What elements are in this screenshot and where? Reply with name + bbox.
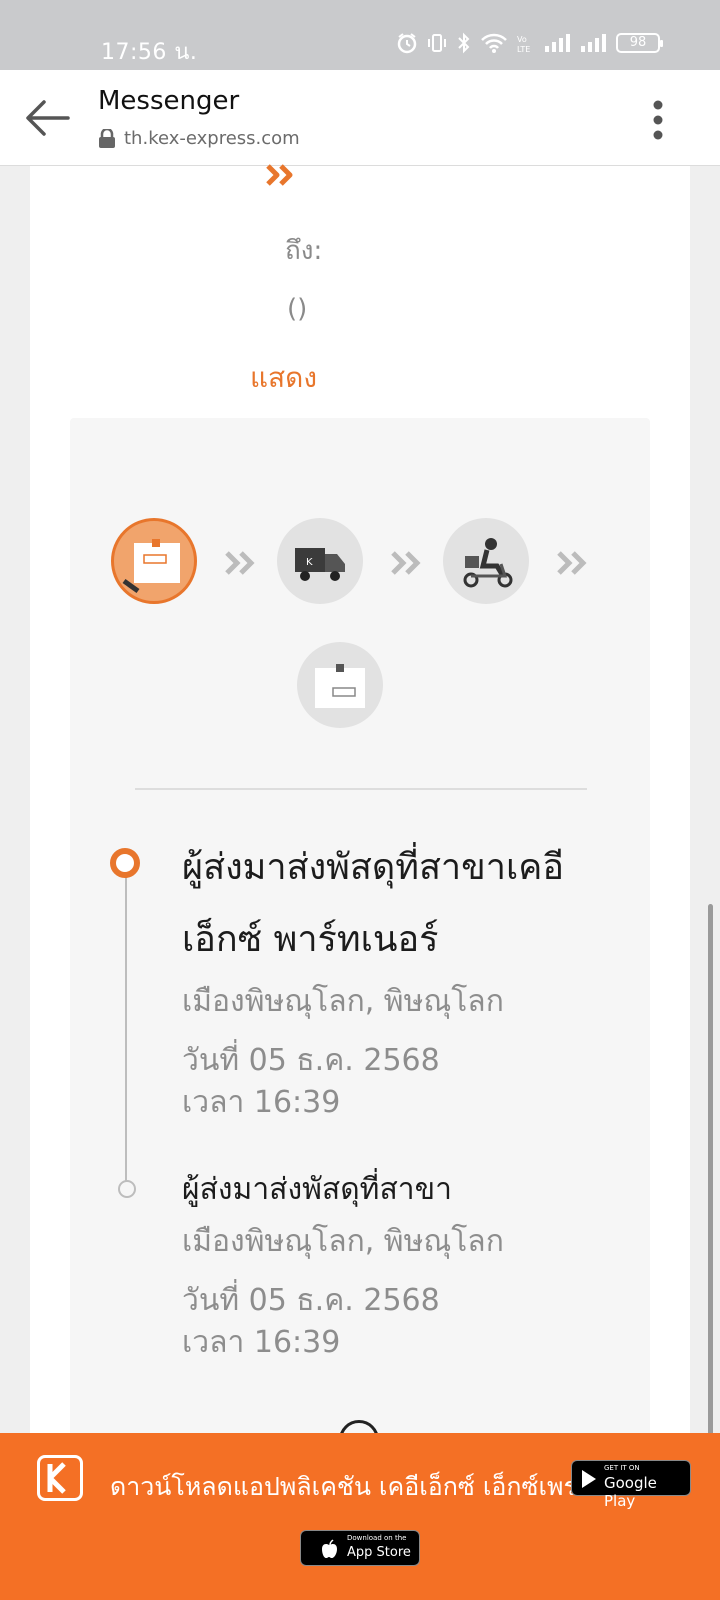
page-title: Messenger (98, 86, 240, 116)
volte-icon: VoLTE (517, 35, 530, 54)
url-text: th.kex-express.com (124, 128, 300, 149)
lock-icon (99, 128, 115, 148)
signal-icon (581, 34, 606, 52)
google-play-icon (582, 1470, 596, 1488)
event-title-continued: เอ็กซ์ พาร์ทเนอร์ (182, 919, 439, 960)
svg-text:LTE: LTE (517, 45, 530, 54)
status-bar: 17:56 น. Vo LTE 98 (0, 0, 720, 70)
more-vert-icon (653, 100, 663, 140)
more-options-button[interactable] (650, 100, 666, 140)
back-arrow-icon (26, 100, 70, 136)
step-scooter-icon (443, 518, 529, 604)
destination-label: ถึง: (285, 236, 323, 266)
show-details-link[interactable]: แสดง (250, 356, 317, 400)
svg-text:K: K (306, 557, 313, 568)
event-location: เมืองพิษณุโลก, พิษณุโลก (182, 1224, 504, 1259)
event-time: เวลา 16:39 (182, 1325, 341, 1360)
svg-text:Vo: Vo (517, 35, 527, 44)
step-arrow-icon (225, 551, 255, 575)
banner-text: ดาวน์โหลดแอปพลิเคชัน เคอีเอ็กซ์ เอ็กซ์เพ… (110, 1472, 593, 1501)
destination-value: () (287, 294, 308, 324)
apple-icon (322, 1539, 337, 1558)
google-play-button[interactable]: GET IT ON Google Play (571, 1460, 691, 1510)
timeline-line (125, 870, 127, 1188)
double-chevron-icon (266, 164, 293, 186)
url-bar[interactable]: th.kex-express.com (98, 128, 300, 149)
kex-logo-icon (37, 1455, 83, 1501)
vibrate-icon (428, 34, 446, 52)
app-store-button[interactable]: Download on the App Store (300, 1530, 420, 1566)
status-icons: Vo LTE 98 (396, 32, 663, 54)
event-title: ผู้ส่งมาส่งพัสดุที่สาขาเคอี (182, 847, 564, 888)
event-date: วันที่ 05 ธ.ค. 2568 (182, 1043, 440, 1078)
step-arrow-icon (557, 551, 587, 575)
wifi-icon (481, 33, 507, 53)
timeline-dot (118, 1180, 136, 1198)
step-truck-icon: K (277, 518, 363, 604)
step-arrow-icon (391, 551, 421, 575)
step-parcel-icon (111, 518, 197, 604)
timeline-dot-active (110, 848, 140, 878)
event-location: เมืองพิษณุโลก, พิษณุโลก (182, 984, 504, 1019)
google-play-small-text: GET IT ON (604, 1464, 640, 1472)
event-title: ผู้ส่งมาส่งพัสดุที่สาขา (182, 1172, 452, 1207)
alarm-icon (397, 33, 417, 54)
bluetooth-icon (458, 32, 470, 54)
signal-icon (545, 34, 570, 52)
browser-header: Messenger th.kex-express.com (0, 70, 720, 166)
google-play-big-text: Google Play (604, 1474, 657, 1510)
status-time: 17:56 น. (101, 40, 198, 65)
event-time: เวลา 16:39 (182, 1085, 341, 1120)
step-delivered-box-icon (297, 642, 383, 728)
app-store-big-text: App Store (347, 1545, 411, 1560)
app-store-small-text: Download on the (347, 1534, 407, 1542)
app-download-banner: ดาวน์โหลดแอปพลิเคชัน เคอีเอ็กซ์ เอ็กซ์เพ… (0, 1433, 720, 1600)
back-button[interactable] (24, 96, 72, 140)
divider (135, 788, 587, 790)
event-date: วันที่ 05 ธ.ค. 2568 (182, 1283, 440, 1318)
battery-icon: 98 (616, 33, 663, 53)
